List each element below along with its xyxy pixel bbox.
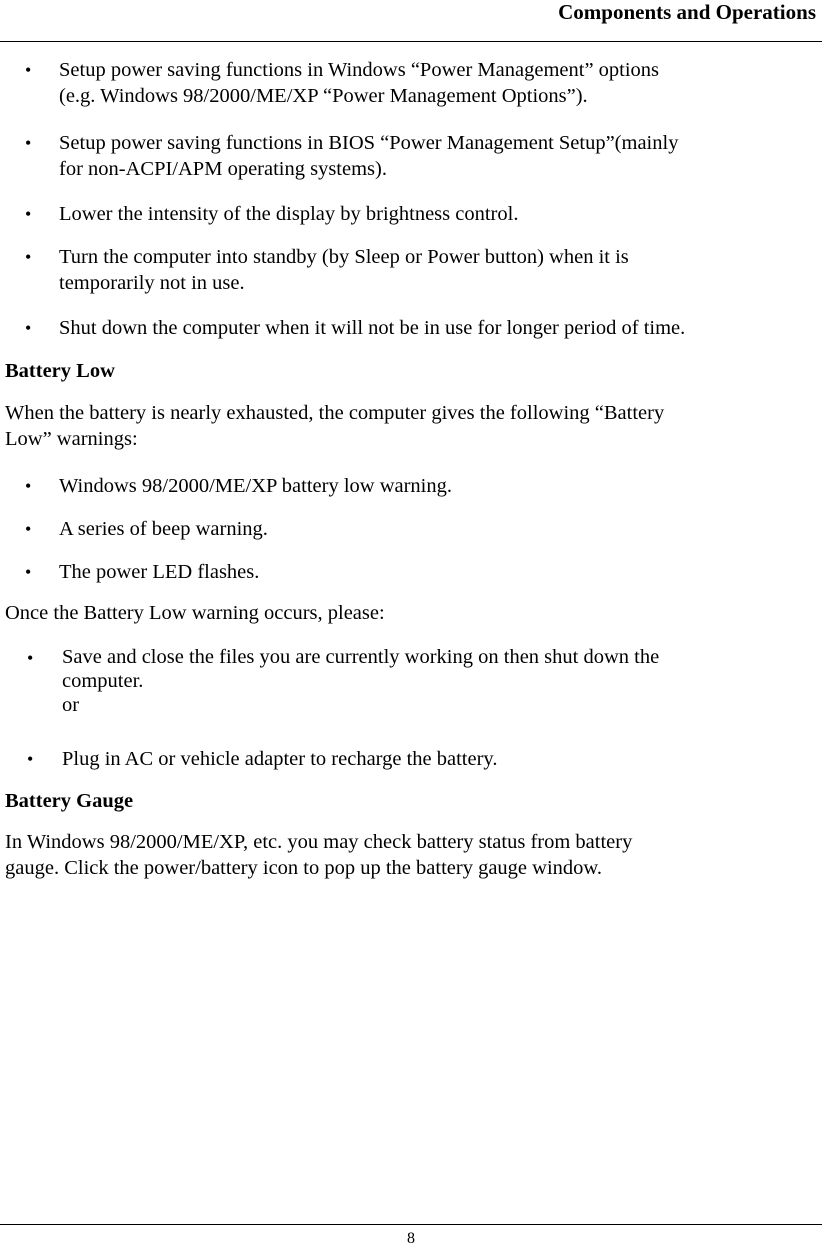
list-item-text: Setup power saving functions in Windows … [59,59,660,107]
bullet-icon: • [25,60,32,80]
bullet-icon: • [25,204,32,224]
bullet-icon: • [27,648,34,668]
bullet-icon: • [25,562,32,582]
list-item-text: Turn the computer into standby (by Sleep… [59,246,629,294]
bullet-icon: • [25,247,32,267]
list-item-text: Shut down the computer when it will not … [59,317,686,339]
battery-gauge-body: In Windows 98/2000/ME/XP, etc. you may c… [5,831,633,879]
list-item-text: Plug in AC or vehicle adapter to recharg… [62,748,498,770]
page-number: 8 [407,1230,415,1247]
list-item-text: Setup power saving functions in BIOS “Po… [59,132,679,180]
bullet-icon: • [25,476,32,496]
bullet-icon: • [25,519,32,539]
list-item-text: The power LED flashes. [59,561,260,583]
bullet-icon: • [25,318,32,338]
section-heading-battery-low: Battery Low [5,360,115,382]
footer-rule [0,1224,822,1225]
list-item-text: A series of beep warning. [59,518,268,540]
battery-low-action-intro: Once the Battery Low warning occurs, ple… [5,602,385,624]
header-rule [0,41,822,42]
bullet-icon: • [25,133,32,153]
list-item-text: Lower the intensity of the display by br… [59,203,519,225]
section-heading-battery-gauge: Battery Gauge [5,790,134,812]
running-header-title: Components and Operations [558,0,816,24]
list-item-text: Save and close the files you are current… [62,646,660,716]
battery-low-intro: When the battery is nearly exhausted, th… [5,402,665,450]
bullet-icon: • [27,749,34,769]
list-item-text: Windows 98/2000/ME/XP battery low warnin… [59,475,453,497]
